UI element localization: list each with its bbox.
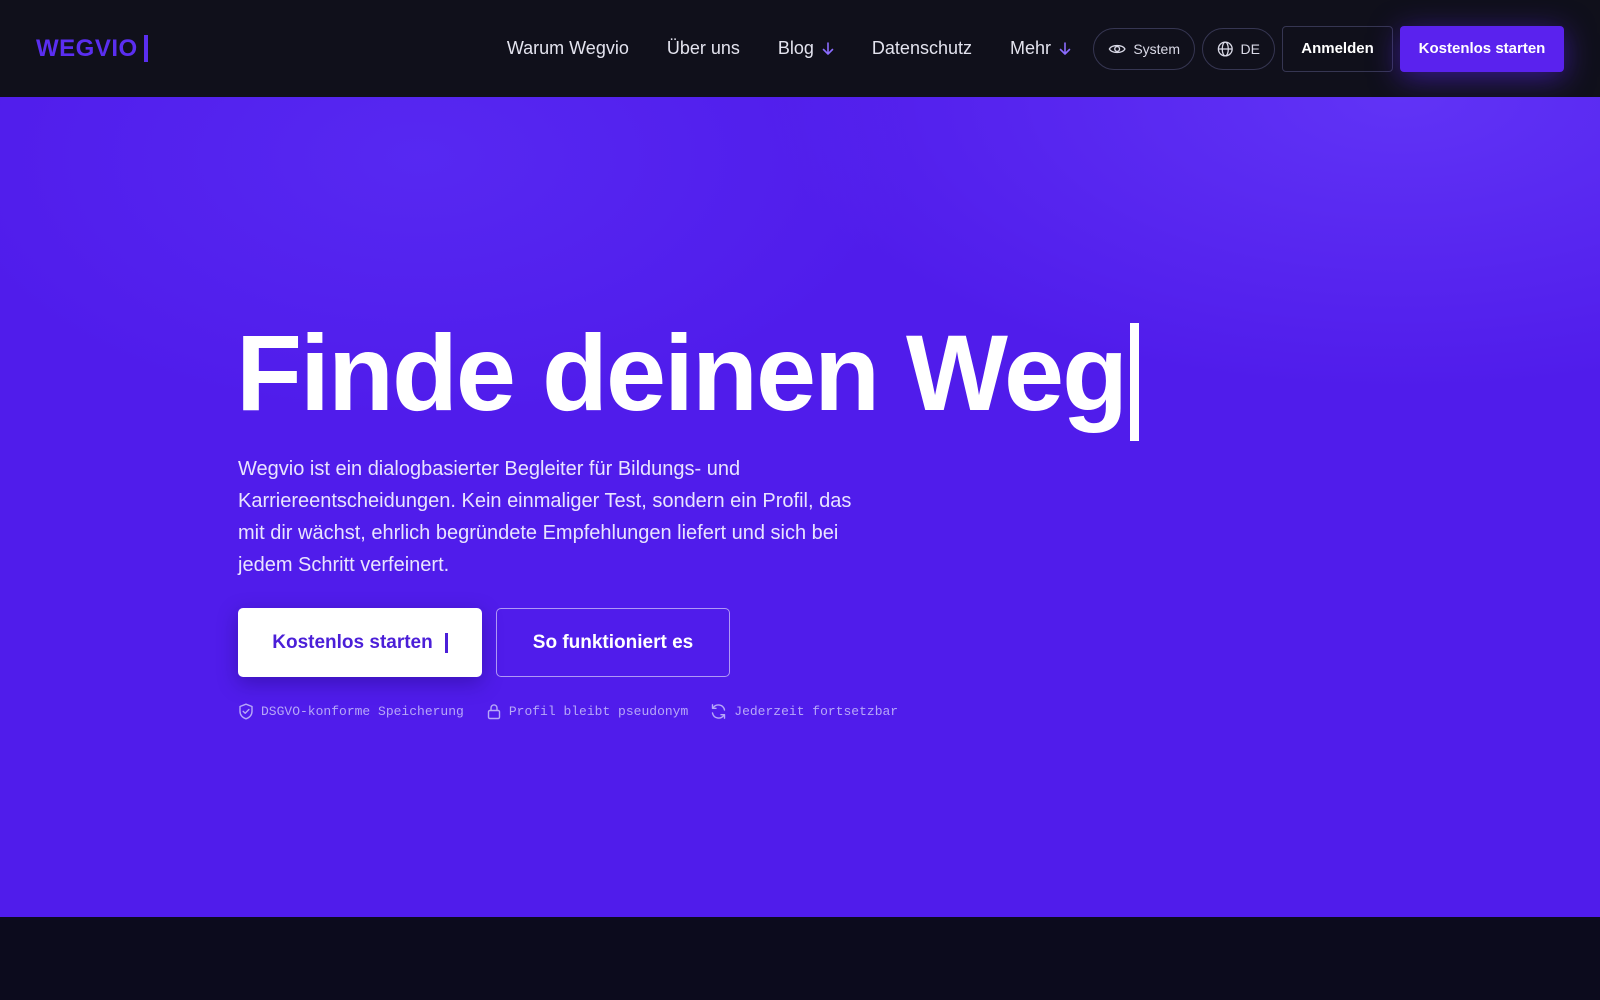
theme-toggle-button[interactable]: System [1093, 27, 1195, 70]
hero-title-text: Finde deinen Weg [236, 312, 1128, 433]
refresh-icon [712, 704, 726, 719]
nav-link-ueber-uns[interactable]: Über uns [667, 38, 740, 59]
nav-link-label: Warum Wegvio [506, 38, 629, 58]
globe-icon [1217, 40, 1233, 57]
lock-icon [487, 704, 501, 720]
how-it-works-label: So funktioniert es [532, 631, 694, 653]
arrow-down-icon [822, 41, 834, 55]
top-navigation: WEGVIO Warum Wegvio Über uns Blog Datens… [0, 0, 1600, 97]
theme-toggle-label: System [1133, 40, 1180, 57]
shield-check-icon [239, 703, 253, 720]
start-free-nav-button[interactable]: Kostenlos starten [1400, 25, 1564, 72]
nav-link-mehr[interactable]: Mehr [1010, 38, 1071, 59]
trust-badge-label: Jederzeit fortsetzbar [734, 704, 899, 719]
login-button[interactable]: Anmelden [1282, 25, 1393, 72]
footer-band [0, 917, 1600, 1000]
language-label: DE [1240, 40, 1260, 57]
trust-badge-label: DSGVO-konforme Speicherung [261, 704, 464, 719]
nav-link-label: Blog [777, 38, 814, 58]
nav-link-label: Mehr [1009, 38, 1051, 58]
button-caret [444, 632, 448, 653]
arrow-down-icon [1059, 41, 1071, 55]
nav-link-label: Über uns [666, 38, 740, 58]
hero-section: Finde deinen Weg Wegvio ist ein dialogba… [0, 97, 1600, 917]
nav-link-blog[interactable]: Blog [778, 38, 834, 59]
language-switch-button[interactable]: DE [1202, 27, 1275, 70]
nav-link-datenschutz[interactable]: Datenschutz [872, 38, 972, 59]
login-label: Anmelden [1301, 40, 1374, 57]
trust-badge-gdpr: DSGVO-konforme Speicherung [238, 703, 464, 720]
logo[interactable]: WEGVIO [36, 35, 148, 63]
start-free-nav-label: Kostenlos starten [1418, 40, 1546, 57]
nav-link-warum-wegvio[interactable]: Warum Wegvio [507, 38, 629, 59]
start-free-label: Kostenlos starten [272, 631, 433, 653]
eye-icon [1108, 44, 1126, 53]
start-free-button[interactable]: Kostenlos starten [238, 608, 482, 677]
hero-title: Finde deinen Weg [236, 312, 1140, 441]
trust-badge-pseudonym: Profil bleibt pseudonym [486, 703, 688, 720]
logo-text: WEGVIO [36, 34, 138, 62]
trust-badges: DSGVO-konforme Speicherung Profil bleibt… [238, 703, 920, 720]
logo-cursor-bar [143, 35, 148, 62]
nav-links: Warum Wegvio Über uns Blog Datenschutz M… [507, 38, 1093, 59]
trust-badge-label: Profil bleibt pseudonym [508, 704, 689, 719]
nav-link-label: Datenschutz [871, 38, 972, 58]
typing-caret [1130, 323, 1140, 441]
hero-description: Wegvio ist ein dialogbasierter Begleiter… [238, 458, 852, 576]
trust-badge-resumable: Jederzeit fortsetzbar [710, 703, 898, 720]
how-it-works-button[interactable]: So funktioniert es [496, 608, 730, 677]
